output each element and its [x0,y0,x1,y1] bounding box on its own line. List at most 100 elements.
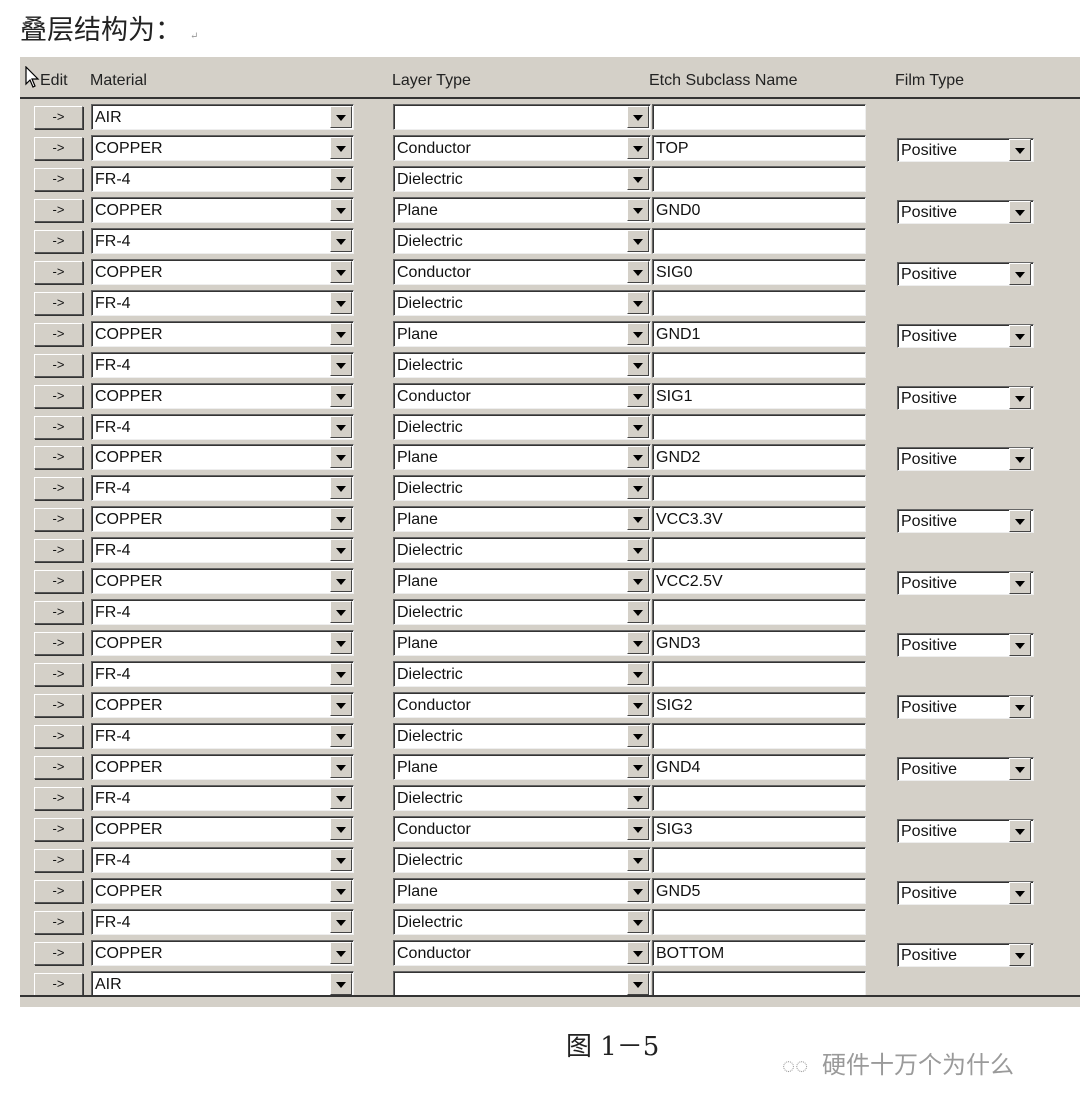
chevron-down-icon[interactable] [330,539,352,562]
edit-arrow-button[interactable]: -> [34,879,83,903]
layer-type-select[interactable] [393,970,651,997]
edit-arrow-button[interactable]: -> [34,446,83,470]
etch-subclass-input[interactable]: SIG1 [652,382,866,409]
chevron-down-icon[interactable] [330,570,352,593]
material-select[interactable]: FR-4 [91,413,354,440]
chevron-down-icon[interactable] [1009,262,1031,285]
chevron-down-icon[interactable] [627,663,649,686]
edit-arrow-button[interactable]: -> [34,167,83,191]
layer-type-select[interactable]: Conductor [393,692,651,719]
layer-type-select[interactable]: Plane [393,753,651,780]
chevron-down-icon[interactable] [330,879,352,902]
chevron-down-icon[interactable] [330,632,352,655]
etch-subclass-input[interactable] [652,784,866,811]
chevron-down-icon[interactable] [627,384,649,407]
etch-subclass-input[interactable]: SIG3 [652,815,866,842]
etch-subclass-input[interactable] [652,908,866,935]
chevron-down-icon[interactable] [330,663,352,686]
etch-subclass-input[interactable]: TOP [652,134,866,161]
chevron-down-icon[interactable] [1009,448,1031,471]
chevron-down-icon[interactable] [627,477,649,500]
chevron-down-icon[interactable] [330,415,352,438]
chevron-down-icon[interactable] [627,167,649,190]
edit-arrow-button[interactable]: -> [34,755,83,779]
layer-type-select[interactable]: Plane [393,506,651,533]
chevron-down-icon[interactable] [330,848,352,871]
chevron-down-icon[interactable] [627,198,649,221]
chevron-down-icon[interactable] [627,910,649,933]
chevron-down-icon[interactable] [1009,200,1031,223]
edit-arrow-button[interactable]: -> [34,477,83,501]
etch-subclass-input[interactable] [652,104,866,130]
chevron-down-icon[interactable] [627,260,649,283]
layer-type-select[interactable]: Dielectric [393,165,651,192]
edit-arrow-button[interactable]: -> [34,786,83,810]
layer-type-select[interactable]: Dielectric [393,475,651,502]
chevron-down-icon[interactable] [1009,819,1031,842]
layer-type-select[interactable]: Conductor [393,134,651,161]
material-select[interactable]: AIR [91,104,354,130]
chevron-down-icon[interactable] [330,106,352,128]
chevron-down-icon[interactable] [330,229,352,252]
material-select[interactable]: FR-4 [91,846,354,873]
chevron-down-icon[interactable] [330,725,352,747]
chevron-down-icon[interactable] [330,508,352,531]
layer-type-select[interactable]: Dielectric [393,351,651,378]
layer-type-select[interactable]: Dielectric [393,784,651,811]
edit-arrow-button[interactable]: -> [34,694,83,718]
edit-arrow-button[interactable]: -> [34,632,83,656]
chevron-down-icon[interactable] [627,817,649,840]
chevron-down-icon[interactable] [1009,943,1031,966]
material-select[interactable]: COPPER [91,382,354,409]
chevron-down-icon[interactable] [627,632,649,655]
edit-arrow-button[interactable]: -> [34,539,83,563]
edit-arrow-button[interactable]: -> [34,972,83,996]
layer-type-select[interactable]: Dielectric [393,537,651,564]
material-select[interactable]: COPPER [91,320,354,347]
etch-subclass-input[interactable] [652,475,866,502]
material-select[interactable]: COPPER [91,877,354,904]
material-select[interactable]: COPPER [91,258,354,285]
etch-subclass-input[interactable] [652,599,866,626]
edit-arrow-button[interactable]: -> [34,106,83,129]
material-select[interactable]: COPPER [91,506,354,533]
chevron-down-icon[interactable] [627,848,649,871]
chevron-down-icon[interactable] [627,570,649,593]
chevron-down-icon[interactable] [627,694,649,717]
material-select[interactable]: COPPER [91,630,354,657]
material-select[interactable]: COPPER [91,444,354,471]
chevron-down-icon[interactable] [627,136,649,159]
material-select[interactable]: COPPER [91,134,354,161]
edit-arrow-button[interactable]: -> [34,570,83,594]
chevron-down-icon[interactable] [330,198,352,221]
edit-arrow-button[interactable]: -> [34,198,83,222]
chevron-down-icon[interactable] [330,136,352,159]
material-select[interactable]: FR-4 [91,475,354,502]
chevron-down-icon[interactable] [627,601,649,624]
layer-type-select[interactable]: Dielectric [393,599,651,626]
etch-subclass-input[interactable] [652,537,866,564]
etch-subclass-input[interactable] [652,227,866,254]
etch-subclass-input[interactable]: GND1 [652,320,866,347]
chevron-down-icon[interactable] [330,353,352,376]
etch-subclass-input[interactable] [652,413,866,440]
chevron-down-icon[interactable] [330,755,352,778]
layer-type-select[interactable]: Conductor [393,815,651,842]
layer-type-select[interactable]: Dielectric [393,289,651,316]
material-select[interactable]: FR-4 [91,723,354,749]
chevron-down-icon[interactable] [627,291,649,314]
edit-arrow-button[interactable]: -> [34,848,83,872]
edit-arrow-button[interactable]: -> [34,415,83,439]
layer-type-select[interactable]: Plane [393,320,651,347]
chevron-down-icon[interactable] [330,291,352,314]
etch-subclass-input[interactable]: VCC3.3V [652,506,866,533]
material-select[interactable]: COPPER [91,692,354,719]
chevron-down-icon[interactable] [330,601,352,624]
layer-type-select[interactable]: Conductor [393,258,651,285]
layer-type-select[interactable]: Conductor [393,382,651,409]
chevron-down-icon[interactable] [1009,324,1031,347]
material-select[interactable]: AIR [91,970,354,997]
etch-subclass-input[interactable] [652,846,866,873]
edit-arrow-button[interactable]: -> [34,322,83,346]
layer-type-select[interactable]: Dielectric [393,661,651,688]
